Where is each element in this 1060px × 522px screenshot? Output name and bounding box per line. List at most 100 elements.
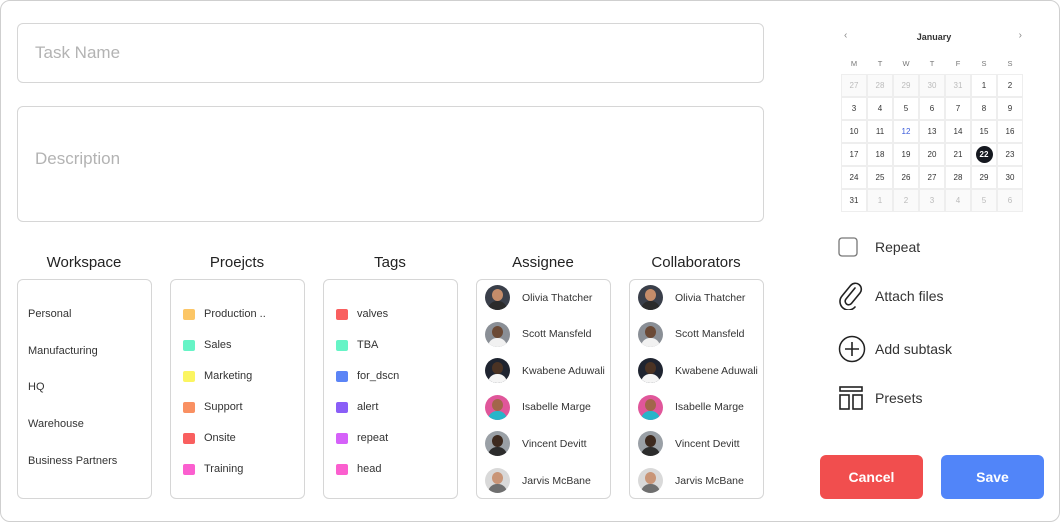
calendar-day[interactable]: 27 (841, 74, 867, 97)
calendar-day[interactable]: 12 (893, 120, 919, 143)
calendar-day[interactable]: 25 (867, 166, 893, 189)
cancel-button[interactable]: Cancel (820, 455, 923, 499)
calendar-day[interactable]: 5 (971, 189, 997, 212)
calendar-day[interactable]: 4 (945, 189, 971, 212)
day-number: 4 (877, 104, 883, 113)
project-item[interactable]: Training (183, 463, 243, 475)
day-number: 31 (953, 81, 963, 90)
calendar-day[interactable]: 30 (997, 166, 1023, 189)
project-item[interactable]: Marketing (183, 370, 252, 382)
calendar-day[interactable]: 29 (971, 166, 997, 189)
workspace-item[interactable]: Business Partners (28, 455, 117, 467)
calendar-day[interactable]: 1 (971, 74, 997, 97)
calendar-day[interactable]: 4 (867, 97, 893, 120)
calendar-day[interactable]: 17 (841, 143, 867, 166)
calendar-day[interactable]: 5 (893, 97, 919, 120)
description-field[interactable] (17, 106, 764, 222)
person-name: Jarvis McBane (522, 474, 591, 487)
collaborator-item[interactable]: Olivia Thatcher (638, 285, 745, 310)
repeat-option[interactable]: Repeat (838, 237, 920, 257)
tag-item[interactable]: for_dscn (336, 370, 399, 382)
repeat-label: Repeat (875, 239, 921, 255)
assignee-item[interactable]: Scott Mansfeld (485, 321, 591, 347)
workspace-item[interactable]: Warehouse (28, 418, 84, 430)
calendar-day[interactable]: 11 (867, 120, 893, 143)
collaborators-list: Olivia Thatcher Scott Mansfeld Kwabene Adu… (629, 279, 764, 499)
collaborator-item[interactable]: Jarvis McBane (638, 468, 744, 493)
calendar-day[interactable]: 20 (919, 143, 945, 166)
calendar-day[interactable]: 2 (893, 189, 919, 212)
calendar-day[interactable]: 8 (971, 97, 997, 120)
workspace-item[interactable]: HQ (28, 381, 45, 393)
assignee-item[interactable]: Isabelle Marge (485, 394, 591, 420)
attach-files-button[interactable]: Attach files (838, 282, 943, 310)
calendar-day[interactable]: 13 (919, 120, 945, 143)
project-item[interactable]: Support (183, 401, 243, 413)
tag-item[interactable]: alert (336, 401, 378, 413)
tag-item[interactable]: TBA (336, 339, 378, 351)
collaborator-item[interactable]: Kwabene Aduwali (638, 358, 758, 384)
collaborator-item[interactable]: Scott Mansfeld (638, 321, 744, 347)
calendar-day[interactable]: 24 (841, 166, 867, 189)
save-button[interactable]: Save (941, 455, 1044, 499)
calendar-day[interactable]: 21 (945, 143, 971, 166)
calendar-day[interactable]: 18 (867, 143, 893, 166)
calendar-day[interactable]: 3 (841, 97, 867, 120)
color-swatch (336, 401, 348, 413)
calendar-day[interactable]: 10 (841, 120, 867, 143)
task-name-field[interactable] (17, 23, 764, 83)
layout-icon (838, 385, 868, 411)
next-month-icon[interactable]: › (1019, 30, 1022, 41)
color-swatch (183, 339, 195, 351)
calendar-day[interactable]: 15 (971, 120, 997, 143)
tag-item[interactable]: repeat (336, 432, 388, 444)
collaborator-item[interactable]: Vincent Devitt (638, 431, 740, 457)
tag-item[interactable]: valves (336, 308, 388, 320)
description-input[interactable] (18, 107, 763, 221)
project-item[interactable]: Production .. (183, 308, 266, 320)
assignee-item[interactable]: Vincent Devitt (485, 431, 587, 457)
project-item[interactable]: Sales (183, 339, 232, 351)
checkbox-icon[interactable] (838, 237, 868, 257)
calendar-day[interactable]: 29 (893, 74, 919, 97)
calendar-day[interactable]: 26 (893, 166, 919, 189)
task-name-input[interactable] (18, 24, 763, 82)
collaborator-item[interactable]: Isabelle Marge (638, 394, 744, 420)
calendar-day[interactable]: 31 (945, 74, 971, 97)
workspace-item[interactable]: Personal (28, 308, 71, 320)
calendar-day[interactable]: 7 (945, 97, 971, 120)
calendar-day-selected[interactable]: 22 (971, 143, 997, 166)
color-swatch (183, 308, 195, 320)
tag-item-label: TBA (357, 339, 379, 351)
calendar-day[interactable]: 30 (919, 74, 945, 97)
assignee-item[interactable]: Olivia Thatcher (485, 285, 592, 310)
assignee-item[interactable]: Jarvis McBane (485, 468, 591, 493)
add-subtask-button[interactable]: Add subtask (838, 335, 952, 363)
day-number: 28 (953, 173, 963, 182)
calendar-day[interactable]: 6 (919, 97, 945, 120)
presets-button[interactable]: Presets (838, 385, 922, 411)
calendar-day[interactable]: 28 (945, 166, 971, 189)
tag-item[interactable]: head (336, 463, 381, 475)
calendar-day[interactable]: 27 (919, 166, 945, 189)
workspace-item[interactable]: Manufacturing (28, 345, 98, 357)
calendar-day[interactable]: 9 (997, 97, 1023, 120)
calendar-day[interactable]: 28 (867, 74, 893, 97)
project-item[interactable]: Onsite (183, 432, 236, 444)
projects-title: Proejcts (209, 254, 265, 271)
project-item-label: Marketing (204, 370, 253, 382)
calendar-day[interactable]: 31 (841, 189, 867, 212)
calendar-day[interactable]: 2 (997, 74, 1023, 97)
calendar-day[interactable]: 16 (997, 120, 1023, 143)
day-number: 5 (981, 196, 987, 205)
day-number: 16 (1005, 127, 1015, 136)
calendar-day[interactable]: 3 (919, 189, 945, 212)
calendar-day[interactable]: 23 (997, 143, 1023, 166)
calendar-day[interactable]: 6 (997, 189, 1023, 212)
calendar-month: January (916, 32, 952, 42)
project-item-label: Onsite (204, 432, 236, 444)
assignee-item[interactable]: Kwabene Aduwali (485, 358, 605, 384)
calendar-day[interactable]: 14 (945, 120, 971, 143)
calendar-day[interactable]: 1 (867, 189, 893, 212)
calendar-day[interactable]: 19 (893, 143, 919, 166)
